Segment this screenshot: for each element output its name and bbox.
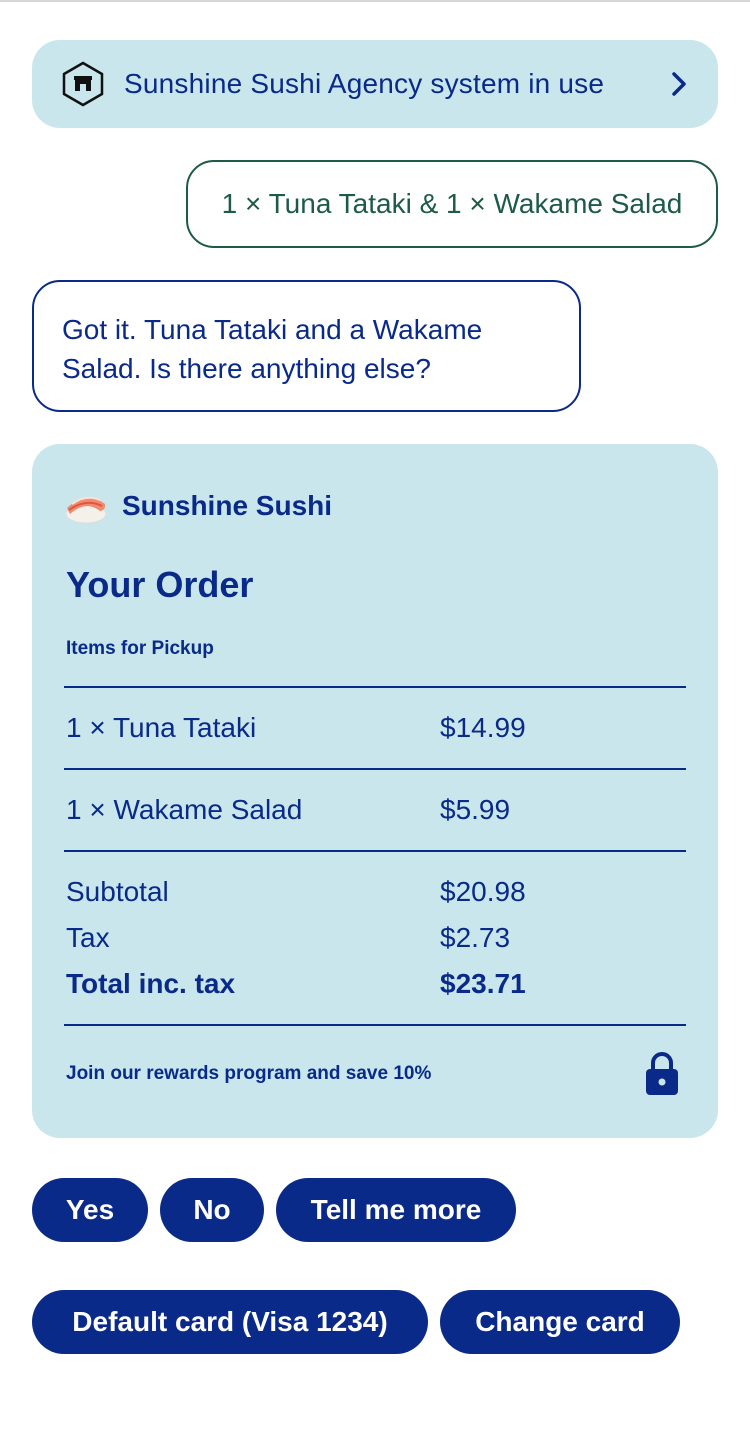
divider: [64, 850, 686, 852]
item-label: 1 × Tuna Tataki: [66, 712, 257, 743]
order-card: Sunshine Sushi Your Order Items for Pick…: [32, 444, 718, 1138]
tax-label: Tax: [66, 922, 110, 953]
rewards-promo: Join our rewards program and save 10%: [66, 1063, 432, 1084]
change-card-button[interactable]: Change card: [440, 1290, 680, 1354]
subtotal-value: $20.98: [440, 876, 526, 907]
no-button[interactable]: No: [160, 1178, 264, 1242]
chevron-right-icon: [672, 72, 686, 96]
tax-value: $2.73: [440, 922, 511, 953]
item-price: $5.99: [440, 794, 511, 825]
store-hexagon-icon: [62, 61, 104, 107]
pickup-section-label: Items for Pickup: [66, 638, 214, 659]
lock-icon[interactable]: [644, 1050, 680, 1096]
sushi-icon: [65, 496, 107, 524]
agency-banner[interactable]: Sunshine Sushi Agency system in use: [32, 40, 718, 128]
yes-button[interactable]: Yes: [32, 1178, 148, 1242]
order-title: Your Order: [66, 564, 254, 605]
tell-me-more-button[interactable]: Tell me more: [276, 1178, 516, 1242]
total-label: Total inc. tax: [66, 968, 236, 999]
divider: [64, 686, 686, 688]
default-card-button[interactable]: Default card (Visa 1234): [32, 1290, 428, 1354]
divider: [64, 768, 686, 770]
item-price: $14.99: [440, 712, 526, 743]
item-label: 1 × Wakame Salad: [66, 794, 303, 825]
user-message: 1 × Tuna Tataki & 1 × Wakame Salad: [186, 160, 718, 248]
bot-message: Got it. Tuna Tataki and a Wakame Salad. …: [32, 280, 581, 412]
subtotal-label: Subtotal: [66, 876, 169, 907]
total-value: $23.71: [440, 968, 526, 999]
divider: [64, 1024, 686, 1026]
restaurant-brand: Sunshine Sushi: [64, 486, 332, 526]
restaurant-name: Sunshine Sushi: [122, 490, 333, 521]
top-divider: [0, 0, 750, 2]
banner-text: Sunshine Sushi Agency system in use: [124, 68, 605, 99]
